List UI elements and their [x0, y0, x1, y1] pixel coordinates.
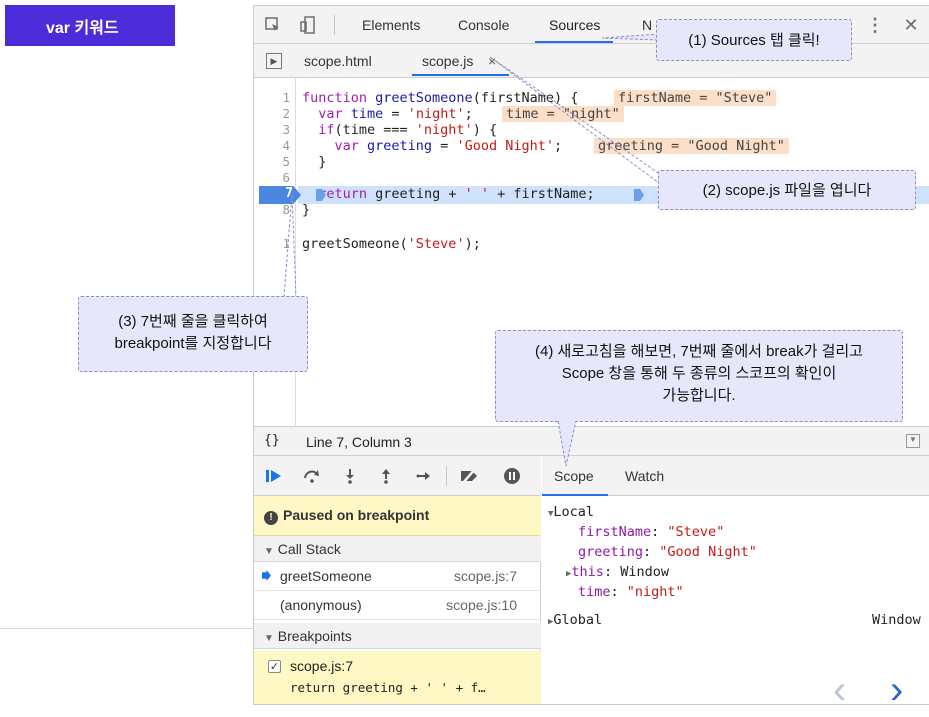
resume-icon[interactable] [264, 467, 284, 485]
file-tab-scope-html[interactable]: scope.html [304, 53, 372, 69]
callout-pointer [489, 56, 668, 190]
file-tab-scope-js[interactable]: scope.js [422, 53, 473, 69]
callout-4: (4) 새로고침을 해보면, 7번째 줄에서 break가 걸리고 Scope 창… [495, 330, 903, 422]
breakpoint-file: scope.js:7 [290, 658, 354, 674]
callout-3: (3) 7번째 줄을 클릭하여 breakpoint를 지정합니다 [78, 296, 308, 372]
toolbar-separator [446, 466, 447, 486]
cursor-position: Line 7, Column 3 [306, 434, 412, 450]
tab-watch[interactable]: Watch [625, 468, 664, 484]
callout-1: (1) Sources 탭 클릭! [656, 19, 852, 61]
step-into-icon[interactable] [340, 467, 360, 485]
step-out-icon[interactable] [376, 467, 396, 485]
tab-scope[interactable]: Scope [554, 468, 594, 484]
debugger-toolbar [254, 456, 541, 496]
global-scope-value: Window [872, 612, 921, 628]
status-bar: {} Line 7, Column 3 ▼ [254, 426, 929, 456]
call-stack-row[interactable]: greetSomeone scope.js:7 [254, 562, 541, 591]
line-number[interactable]: 4 [254, 138, 290, 153]
scope-tabs: Scope Watch [542, 456, 929, 496]
scope-var-time[interactable]: time: "night" [578, 584, 684, 600]
breakpoint-checkbox[interactable]: ✓ [268, 660, 281, 673]
code-line-8: } [302, 202, 311, 218]
callout-pointer [557, 420, 577, 467]
pause-on-exceptions-icon[interactable] [502, 467, 522, 485]
step-over-icon[interactable] [302, 467, 322, 485]
breakpoint-code: return greeting + ' ' + f… [290, 680, 486, 695]
breakpoint-item[interactable]: ✓ scope.js:7 return greeting + ' ' + f… [254, 651, 541, 704]
callout-2: (2) scope.js 파일을 엽니다 [658, 170, 916, 210]
prev-slide-icon[interactable]: ‹ [833, 670, 846, 710]
callout-pointer [283, 193, 297, 298]
paused-banner: ! Paused on breakpoint [254, 496, 541, 536]
line-number[interactable]: 5 [254, 154, 290, 169]
expand-icon: ▼ [264, 633, 274, 644]
callout-pointer [601, 33, 660, 41]
toolbar-separator [334, 15, 335, 35]
breakpoints-header[interactable]: ▼ Breakpoints [254, 623, 541, 649]
line-number[interactable]: 3 [254, 122, 290, 137]
code-line-10: greetSomeone('Steve'); [302, 236, 481, 252]
navigator-toggle-icon[interactable]: ▶ [266, 53, 282, 69]
global-scope-header[interactable]: ▶Global [548, 612, 602, 628]
code-line-5: } [302, 154, 327, 170]
code-line-3: if(time === 'night') { [302, 122, 498, 138]
call-stack-header[interactable]: ▼ Call Stack [254, 536, 541, 562]
device-toolbar-icon[interactable] [299, 16, 317, 34]
inspect-element-icon[interactable] [264, 16, 282, 34]
slide-title: var 키워드 [5, 5, 175, 46]
line-number[interactable]: 6 [254, 170, 290, 185]
line-number[interactable]: 1 [254, 90, 290, 105]
info-icon: ! [264, 511, 278, 525]
divider [0, 628, 253, 629]
step-icon[interactable] [414, 467, 434, 485]
scope-var-greeting[interactable]: greeting: "Good Night" [578, 544, 757, 560]
current-frame-arrow-icon [262, 570, 271, 581]
tab-sources[interactable]: Sources [549, 17, 600, 33]
code-line-2: var time = 'night'; [302, 106, 473, 122]
scope-var-firstname[interactable]: firstName: "Steve" [578, 524, 724, 540]
next-slide-icon[interactable]: › [890, 670, 903, 710]
local-scope-header[interactable]: ▼Local [548, 504, 594, 520]
more-options-icon[interactable]: ⋮ [866, 15, 884, 35]
debugger-sidebar: ! Paused on breakpoint ▼ Call Stack greet… [254, 456, 541, 704]
scope-tree: ▼Local firstName: "Steve" greeting: "Goo… [542, 496, 929, 704]
toggle-drawer-icon[interactable]: ▼ [906, 434, 920, 448]
expand-icon: ▼ [264, 546, 274, 557]
deactivate-breakpoints-icon[interactable] [459, 467, 479, 485]
tab-console[interactable]: Console [458, 17, 509, 33]
scope-var-this[interactable]: ▶this: Window [566, 564, 669, 580]
tab-elements[interactable]: Elements [362, 17, 420, 33]
call-stack-row[interactable]: (anonymous) scope.js:10 [254, 591, 541, 620]
scope-panel: Scope Watch ▼Local firstName: "Steve" gr… [542, 456, 929, 704]
close-icon[interactable]: ✕ [902, 15, 920, 35]
line-number[interactable]: 2 [254, 106, 290, 121]
pretty-print-icon[interactable]: {} [264, 433, 280, 448]
